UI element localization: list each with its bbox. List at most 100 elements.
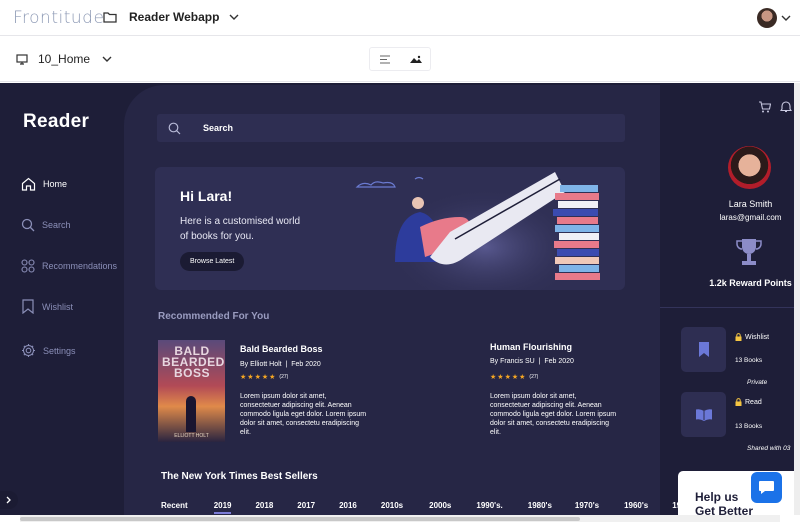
vertical-scrollbar[interactable] <box>794 83 800 515</box>
profile-avatar[interactable] <box>728 146 771 189</box>
book-author: By Elliott Holt <box>240 361 282 368</box>
recommended-title: Recommended For You <box>158 311 270 322</box>
sidebar-item-label: Wishlist <box>42 301 73 312</box>
chat-button[interactable] <box>751 472 782 503</box>
book-title[interactable]: Bald Bearded Boss <box>240 344 323 354</box>
sidebar-item-wishlist[interactable]: Wishlist <box>21 299 73 314</box>
sidebar-item-label: Home <box>43 179 68 189</box>
project-selector[interactable]: Reader Webapp <box>103 10 239 24</box>
expand-panel-button[interactable] <box>0 491 18 509</box>
tab-1980s[interactable]: 1980's <box>528 501 552 510</box>
tab-1970s[interactable]: 1970's <box>575 501 599 510</box>
divider <box>660 307 800 308</box>
gear-icon <box>22 344 35 357</box>
book-description: Lorem ipsum dolor sit amet, consectetuer… <box>240 393 367 436</box>
grid-icon <box>21 259 35 273</box>
feedback-text: Help us Get Better <box>695 490 753 518</box>
tab-2017[interactable]: 2017 <box>297 501 315 510</box>
scrollbar-thumb[interactable] <box>20 517 580 521</box>
chevron-down-icon <box>102 56 112 62</box>
shelf-count-number: 13 <box>735 423 743 430</box>
star-icon: ★ <box>261 374 269 381</box>
text-lines-icon <box>380 55 390 63</box>
greeting-title: Hi Lara! <box>180 188 233 204</box>
app-logo[interactable]: Reader <box>23 111 89 133</box>
star-icon: ★ <box>497 374 504 381</box>
sidebar-item-recommendations[interactable]: Recommendations <box>21 259 117 273</box>
rating-stars: ★ ★ ★ ★ ★ (27) <box>490 373 538 381</box>
welcome-banner: Hi Lara! Here is a customised world of b… <box>155 167 625 290</box>
review-count: (27) <box>529 374 539 380</box>
tab-1990s[interactable]: 1990's. <box>476 501 502 510</box>
shelf-name: Read <box>745 398 762 406</box>
cover-figure <box>186 396 196 432</box>
sidebar-item-label: Search <box>42 220 71 230</box>
shelf-count-number: 13 <box>735 357 743 364</box>
star-icon: ★ <box>240 374 247 381</box>
browse-latest-button[interactable]: Browse Latest <box>180 252 245 271</box>
chevron-down-icon <box>229 14 239 20</box>
tab-2016[interactable]: 2016 <box>339 501 357 510</box>
page-selector[interactable]: 10_Home <box>16 52 112 66</box>
page-name: 10_Home <box>38 52 91 66</box>
shelf-name: Wishlist <box>745 333 770 341</box>
shelf-read[interactable] <box>681 392 726 437</box>
view-toggle[interactable] <box>369 47 431 71</box>
year-tabs: Recent 2019 2018 2017 2016 2010s 2000s 1990's. 1… <box>161 501 745 514</box>
home-icon <box>21 177 36 191</box>
tab-recent[interactable]: Recent <box>161 501 188 510</box>
sidebar-item-settings[interactable]: Settings <box>21 343 76 358</box>
reading-illustration <box>355 172 600 290</box>
feedback-line1: Help us <box>695 490 739 504</box>
book-card[interactable]: BALD BEARDED BOSS ELLIOTT HOLT <box>158 340 225 442</box>
profile-email: laras@gmail.com <box>719 213 782 222</box>
shelf-note: Private <box>747 379 768 386</box>
tab-2000s[interactable]: 2000s <box>429 501 451 510</box>
folder-icon <box>103 12 117 23</box>
trophy-icon <box>736 239 762 265</box>
star-icon: ★ <box>519 374 526 381</box>
bookmark-icon <box>22 299 34 314</box>
text-view-toggle[interactable] <box>370 48 400 70</box>
tab-2019[interactable]: 2019 <box>213 501 231 514</box>
cover-author: ELLIOTT HOLT <box>174 433 209 439</box>
sidebar-item-label: Settings <box>43 345 76 356</box>
sidebar-item-search[interactable]: Search <box>21 218 71 232</box>
search-input[interactable]: Search <box>157 114 625 142</box>
shelf-note: Shared with 03 <box>747 445 791 452</box>
sidebar-item-label: Recommendations <box>42 261 118 271</box>
tab-2010s[interactable]: 2010s <box>381 501 403 510</box>
image-icon <box>409 55 422 63</box>
user-menu[interactable] <box>757 8 791 28</box>
shelf-count: 13 Books <box>735 423 762 430</box>
cart-icon[interactable] <box>758 101 771 113</box>
profile-name: Lara Smith <box>728 199 773 209</box>
lock-icon <box>735 398 742 406</box>
rating-stars: ★ ★ ★ ★ ★ (27) <box>240 373 288 381</box>
sidebar-item-home[interactable]: Home <box>21 177 67 191</box>
image-view-toggle[interactable] <box>400 48 430 70</box>
main-panel <box>124 85 660 515</box>
shelf-count-label: Books <box>744 423 763 430</box>
brand-logo[interactable]: Frontitude <box>13 8 104 28</box>
chat-icon <box>759 481 774 494</box>
star-icon: ★ <box>254 374 261 381</box>
open-book-icon <box>695 409 712 421</box>
star-icon: ★ <box>269 374 276 381</box>
app-canvas <box>0 83 800 515</box>
book-cover[interactable]: BALD BEARDED BOSS ELLIOTT HOLT <box>158 340 225 442</box>
avatar <box>757 8 777 28</box>
book-date: Feb 2020 <box>291 361 321 368</box>
book-title[interactable]: Human Flourishing <box>490 342 572 352</box>
tab-1960s[interactable]: 1960's <box>624 501 648 510</box>
shelf-label: Read <box>735 398 762 406</box>
shelf-wishlist[interactable] <box>681 327 726 372</box>
shelf-count: 13 Books <box>735 357 762 364</box>
star-icon: ★ <box>504 374 511 381</box>
bell-icon[interactable] <box>780 100 792 113</box>
monitor-icon <box>16 53 28 65</box>
tab-2018[interactable]: 2018 <box>255 501 273 510</box>
greeting-message: Here is a customised world of books for … <box>180 216 301 242</box>
cover-title: BALD BEARDED BOSS <box>162 344 225 380</box>
lock-icon <box>735 333 742 341</box>
